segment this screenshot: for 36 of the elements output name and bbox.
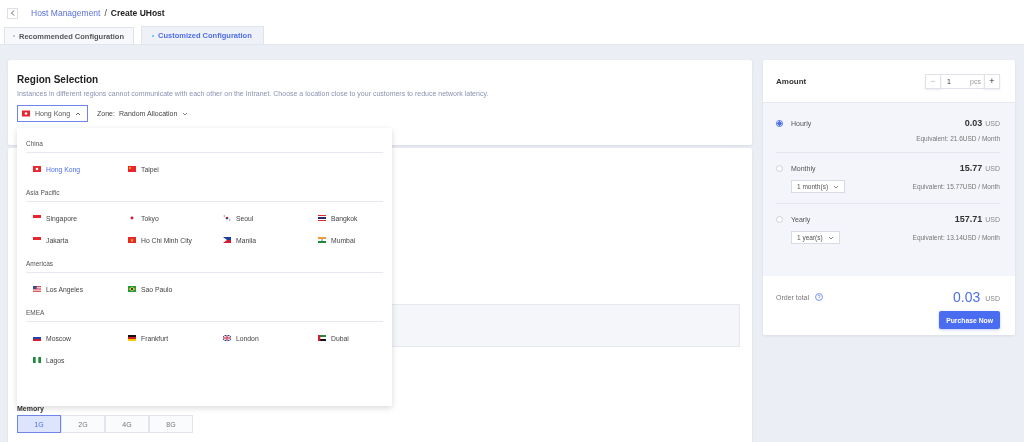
flag-icon [33, 166, 41, 172]
flag-icon [128, 237, 136, 243]
caret-icon [833, 184, 840, 189]
flag-icon [223, 237, 231, 243]
flag-icon [128, 286, 136, 292]
flag-icon [223, 335, 231, 341]
plan-price: 0.03 [964, 118, 983, 128]
flag-icon [223, 215, 231, 221]
flag-icon [318, 335, 326, 341]
flag-icon [33, 286, 41, 292]
breadcrumb-link[interactable]: Host Management [31, 8, 101, 18]
flag-icon [318, 237, 326, 243]
plan-price: 157.71 [954, 214, 983, 224]
amount-label: Amount [776, 76, 807, 86]
chevron-left-icon [9, 10, 16, 16]
caret-icon [75, 111, 82, 116]
flag-icon [318, 215, 326, 221]
flag-icon [33, 215, 41, 221]
radio-button[interactable] [776, 119, 783, 127]
back-button[interactable] [7, 7, 18, 19]
flag-icon [33, 335, 41, 341]
total-price: 0.03 [952, 289, 981, 305]
flag-icon [33, 357, 41, 363]
help-icon[interactable] [815, 293, 824, 301]
flag-icon [128, 335, 136, 341]
page-title: Create UHost [110, 8, 165, 18]
flag-icon [128, 166, 136, 172]
flag-icon [22, 110, 30, 117]
increment-button[interactable]: + [984, 73, 1000, 89]
flag-icon [128, 215, 136, 221]
caret-icon [827, 235, 834, 240]
flag-icon [33, 237, 41, 243]
breadcrumb-separator: / [104, 8, 107, 18]
plan-price: 15.77 [959, 163, 983, 173]
caret-icon [182, 111, 189, 116]
section-title: Region Selection [17, 74, 100, 85]
